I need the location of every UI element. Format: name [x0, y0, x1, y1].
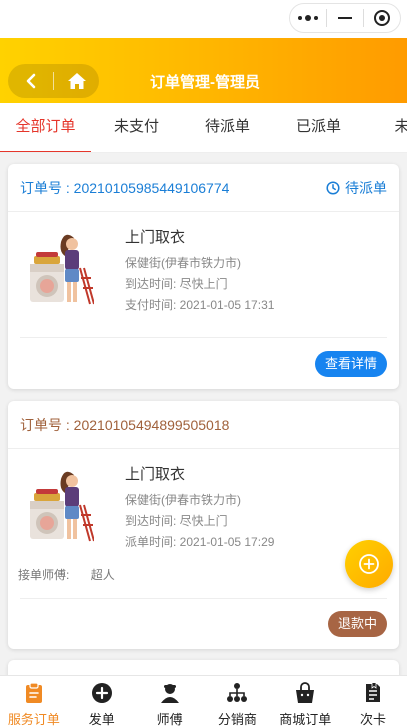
clipboard-icon	[23, 682, 45, 704]
minimize-button[interactable]	[327, 4, 363, 32]
nav-service-orders[interactable]: 服务订单	[0, 676, 68, 726]
card-icon	[362, 682, 384, 704]
tab-unrated[interactable]: 未评	[364, 103, 407, 152]
status-text: 待派单	[345, 179, 387, 196]
nav-times-card[interactable]: 次卡	[339, 676, 407, 726]
order-card-header: 订单号 : 20210105494899505018	[8, 401, 399, 449]
nav-pill	[8, 64, 99, 98]
tab-pending-dispatch[interactable]: 待派单	[182, 103, 273, 152]
nav-workers[interactable]: 师傅	[136, 676, 204, 726]
order-card[interactable]: 订单号 : 20210105985449106774 待派单 上门取衣 保健街(…	[8, 164, 399, 389]
page-title: 订单管理-管理员	[150, 74, 260, 91]
plus-circle-icon	[91, 682, 113, 704]
tab-dispatched[interactable]: 已派单	[273, 103, 364, 152]
target-icon	[374, 10, 390, 26]
status-badge: 待派单	[326, 178, 387, 198]
miniprogram-capsule	[289, 3, 401, 33]
nav-label: 次卡	[360, 712, 387, 726]
order-card-footer: 退款中	[20, 598, 387, 649]
address-text: 保健街(伊春市铁力市)	[125, 493, 241, 507]
order-card[interactable]: 订单号 : 20210105494899505018 上门取衣 保健街(伊春市铁…	[8, 401, 399, 649]
order-card-body: 上门取衣 保健街(伊春市铁力市) 到达时间: 尽快上门 支付时间: 2021-0…	[8, 212, 399, 316]
arrival-time-text: 到达时间: 尽快上门	[125, 514, 228, 528]
nav-publish-order[interactable]: 发单	[68, 676, 136, 726]
laundry-illustration	[30, 234, 94, 305]
nav-mall-orders[interactable]: 商城订单	[271, 676, 339, 726]
nav-label: 商城订单	[279, 712, 332, 726]
nav-distributors[interactable]: 分销商	[203, 676, 271, 726]
add-order-fab[interactable]	[345, 540, 393, 588]
service-title: 上门取衣	[125, 466, 186, 483]
worker-icon	[159, 682, 181, 704]
payment-time-text: 支付时间: 2021-01-05 17:31	[125, 298, 275, 312]
arrival-time-text: 到达时间: 尽快上门	[125, 277, 228, 291]
nav-label: 服务订单	[7, 712, 60, 726]
order-number: 订单号 : 20210105985449106774	[20, 179, 230, 196]
more-dots-icon	[298, 15, 318, 21]
nav-label: 师傅	[156, 712, 183, 726]
service-title: 上门取衣	[125, 229, 186, 246]
tab-unpaid[interactable]: 未支付	[91, 103, 182, 152]
status-strip	[0, 0, 407, 38]
tab-all-orders[interactable]: 全部订单	[0, 103, 91, 152]
master-name: 超人	[90, 568, 115, 582]
back-button[interactable]	[8, 64, 53, 98]
order-card-footer: 查看详情	[20, 337, 387, 389]
master-row: 接单师傅: 超人	[18, 566, 115, 583]
view-details-button[interactable]: 查看详情	[314, 350, 387, 377]
address-text: 保健街(伊春市铁力市)	[125, 256, 241, 270]
nav-label: 发单	[88, 712, 115, 726]
laundry-illustration	[30, 471, 94, 542]
nav-label: 分销商	[217, 712, 257, 726]
clock-icon	[326, 180, 340, 195]
bag-icon	[294, 682, 316, 704]
more-button[interactable]	[290, 4, 326, 32]
order-card-header: 订单号 : 20210105985449106774 待派单	[8, 164, 399, 212]
network-icon	[226, 682, 248, 704]
master-label: 接单师傅:	[18, 568, 70, 582]
order-tabs: 全部订单 未支付 待派单 已派单 未评	[0, 103, 407, 153]
home-icon	[67, 73, 86, 89]
home-button[interactable]	[54, 64, 99, 98]
header: 订单管理-管理员	[0, 38, 407, 103]
bottom-nav: 服务订单 发单 师傅 分销商 商城订单 次卡	[0, 675, 407, 726]
minus-icon	[338, 17, 352, 19]
plus-circle-icon	[359, 554, 379, 574]
chevron-left-icon	[26, 73, 35, 89]
dispatch-time-text: 派单时间: 2021-01-05 17:29	[125, 535, 275, 549]
order-card-body: 上门取衣 保健街(伊春市铁力市) 到达时间: 尽快上门 派单时间: 2021-0…	[8, 449, 399, 553]
close-miniprogram-button[interactable]	[364, 4, 400, 32]
order-number: 订单号 : 20210105494899505018	[20, 416, 230, 433]
refund-status-button[interactable]: 退款中	[327, 611, 387, 637]
